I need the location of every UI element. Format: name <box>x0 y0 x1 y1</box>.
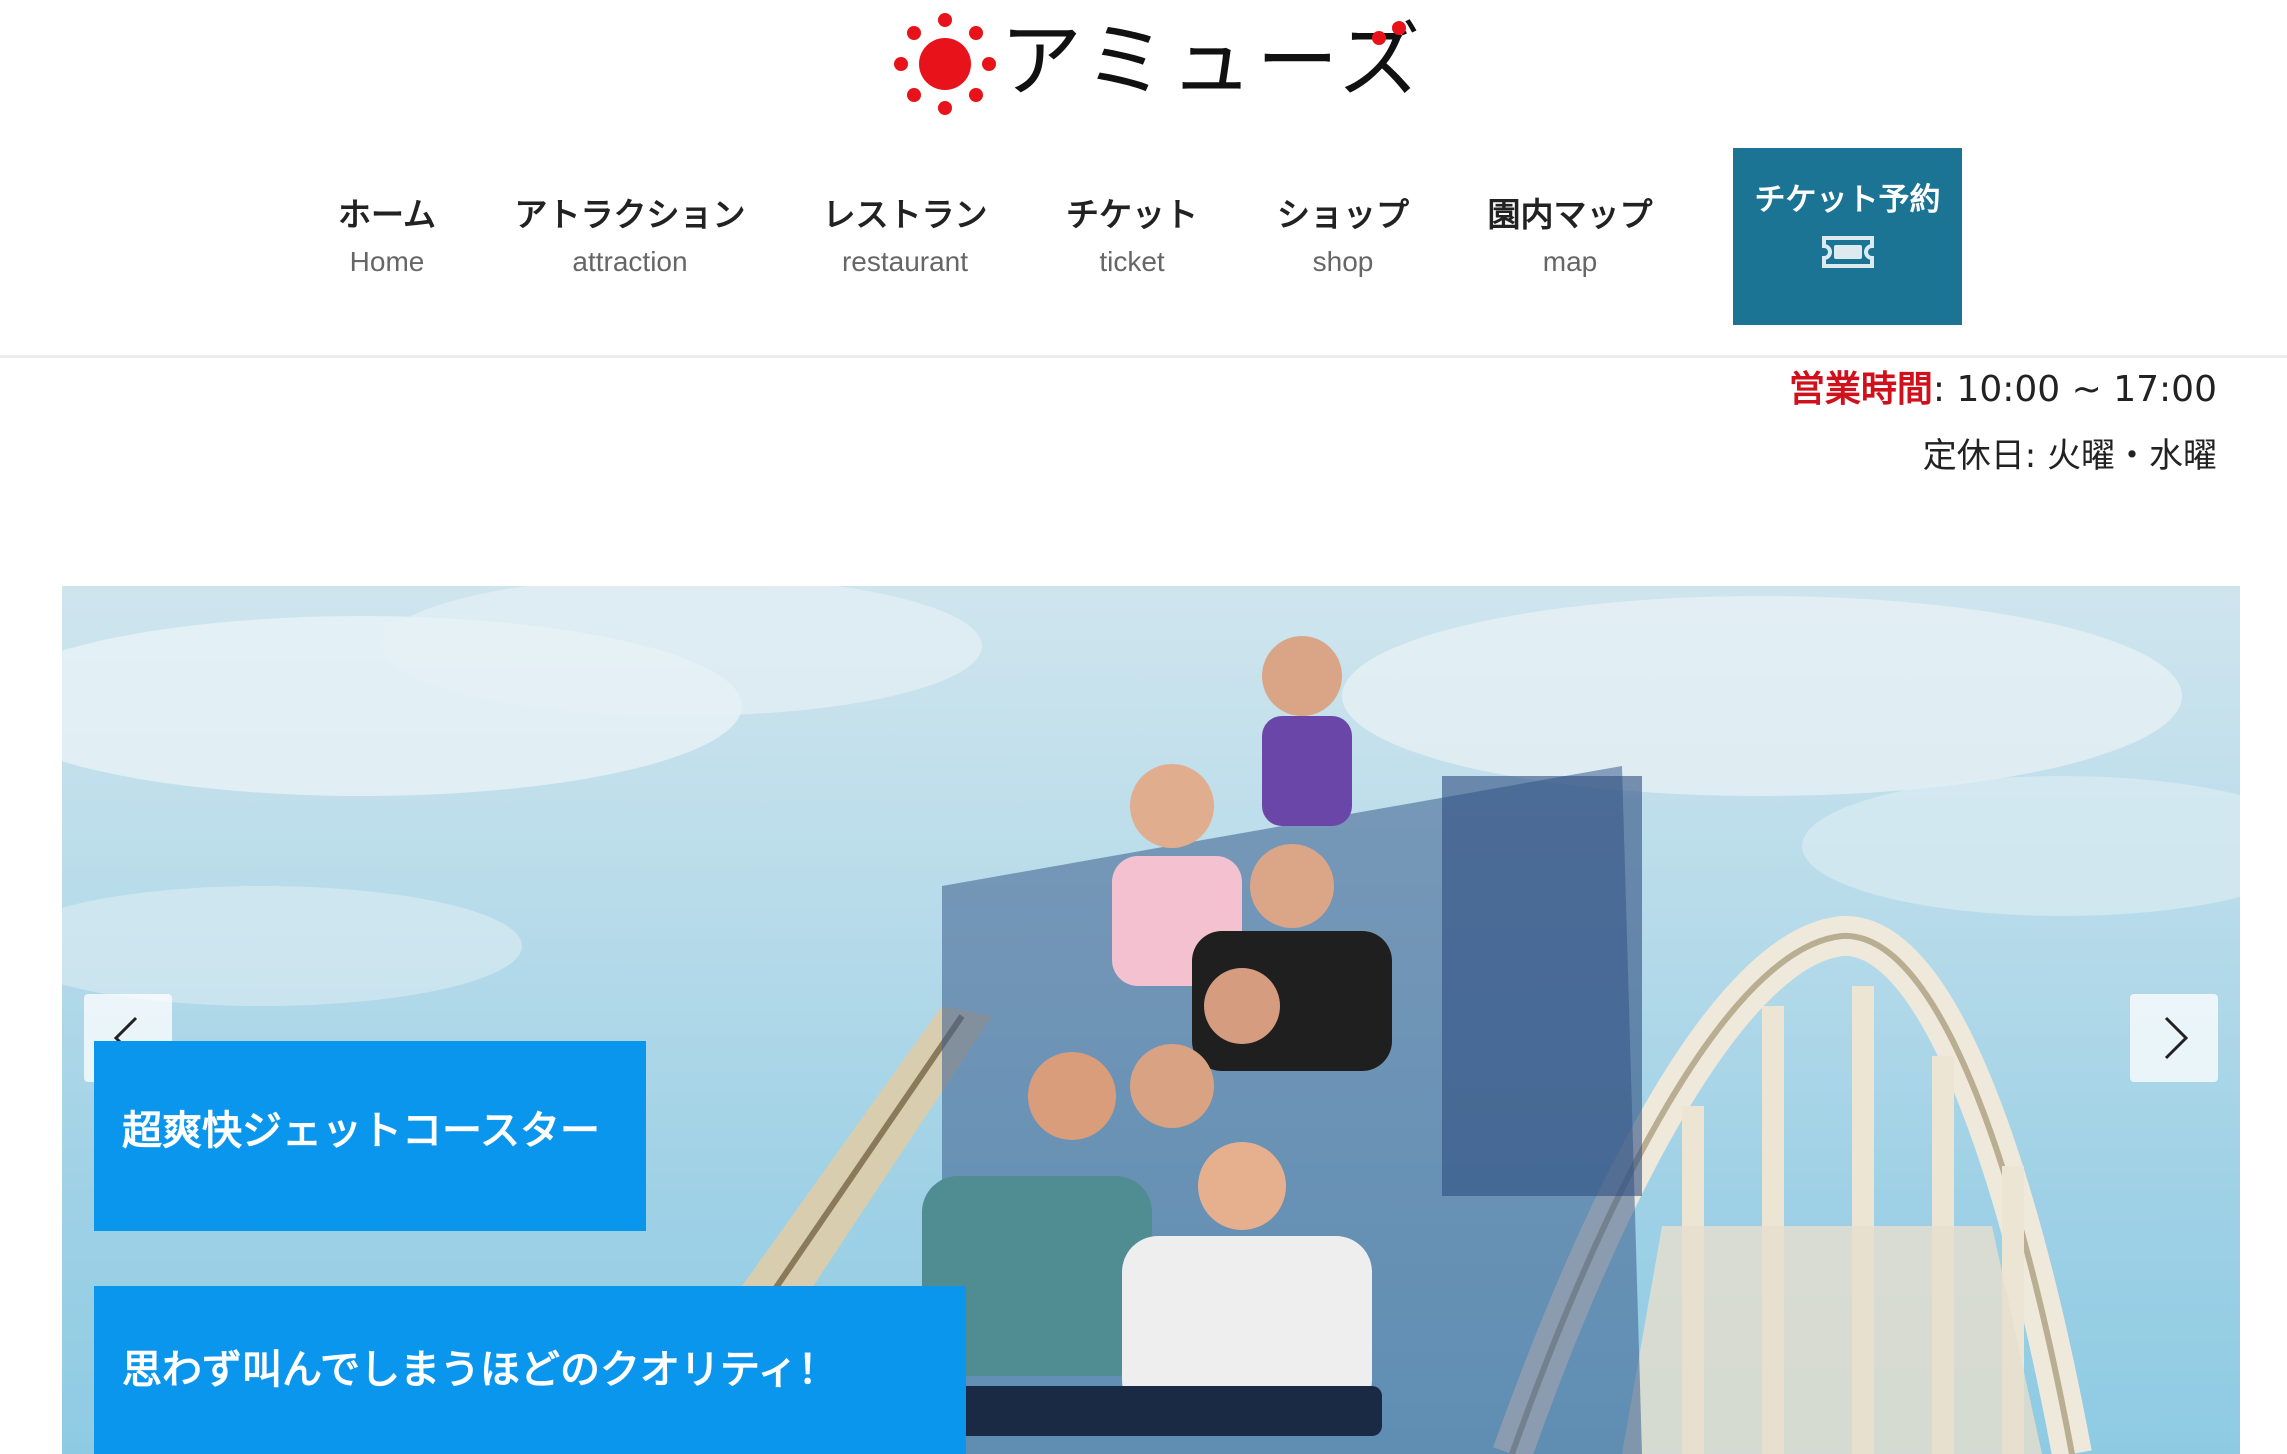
slide-caption-subtitle: 思わず叫んでしまうほどのクオリティ！ <box>94 1286 966 1454</box>
ticket-reservation-label: チケット予約 <box>1754 182 1941 218</box>
nav-item-label: レストラン <box>822 195 988 234</box>
slider-next-button[interactable] <box>2130 994 2218 1082</box>
nav-item-sublabel: map <box>1542 246 1598 277</box>
nav-item-sublabel: Home <box>349 246 425 277</box>
nav-item-sublabel: shop <box>1312 246 1374 277</box>
site-header: アミューズ ホーム Home アトラクション attraction レストラン … <box>0 0 2287 358</box>
nav-item-sublabel: attraction <box>572 246 688 277</box>
nav-item-sublabel: ticket <box>1099 246 1165 277</box>
nav-item-sublabel: restaurant <box>841 246 969 277</box>
slide-caption-title: 超爽快ジェットコースター <box>94 1041 646 1231</box>
nav-item-label: チケット <box>1066 195 1198 234</box>
ticket-reservation-button[interactable]: チケット予約 <box>1733 148 1962 325</box>
business-hours: 営業時間: 10:00 ~ 17:00 <box>1789 360 2217 420</box>
nav-item-ticket[interactable]: チケット ticket <box>1066 192 1198 282</box>
logo-text: アミューズ <box>1000 14 1425 109</box>
ticket-icon <box>1821 236 1874 268</box>
nav-item-restaurant[interactable]: レストラン restaurant <box>823 192 988 282</box>
business-info: 営業時間: 10:00 ~ 17:00 定休日: 火曜・水曜 <box>1789 360 2217 484</box>
nav-item-label: ホーム <box>337 195 437 234</box>
nav-item-home[interactable]: ホーム Home <box>338 192 436 282</box>
hero-slider[interactable]: 超爽快ジェットコースター 思わず叫んでしまうほどのクオリティ！ <box>62 586 2240 1454</box>
sun-logo-icon <box>894 13 996 115</box>
nav-item-label: 園内マップ <box>1487 195 1653 234</box>
site-logo[interactable]: アミューズ <box>880 8 1420 118</box>
business-hours-label: 営業時間 <box>1788 369 1933 410</box>
chevron-right-icon <box>2164 1016 2189 1060</box>
logo-dots-icon <box>1372 21 1406 45</box>
closed-days: 定休日: 火曜・水曜 <box>1922 436 2217 476</box>
nav-item-attraction[interactable]: アトラクション attraction <box>515 192 746 282</box>
business-hours-value: : 10:00 ~ 17:00 <box>1932 369 2217 410</box>
nav-item-label: アトラクション <box>514 195 746 234</box>
nav-item-shop[interactable]: ショップ shop <box>1277 192 1409 282</box>
nav-item-map[interactable]: 園内マップ map <box>1488 192 1653 282</box>
nav-item-label: ショップ <box>1277 195 1409 234</box>
